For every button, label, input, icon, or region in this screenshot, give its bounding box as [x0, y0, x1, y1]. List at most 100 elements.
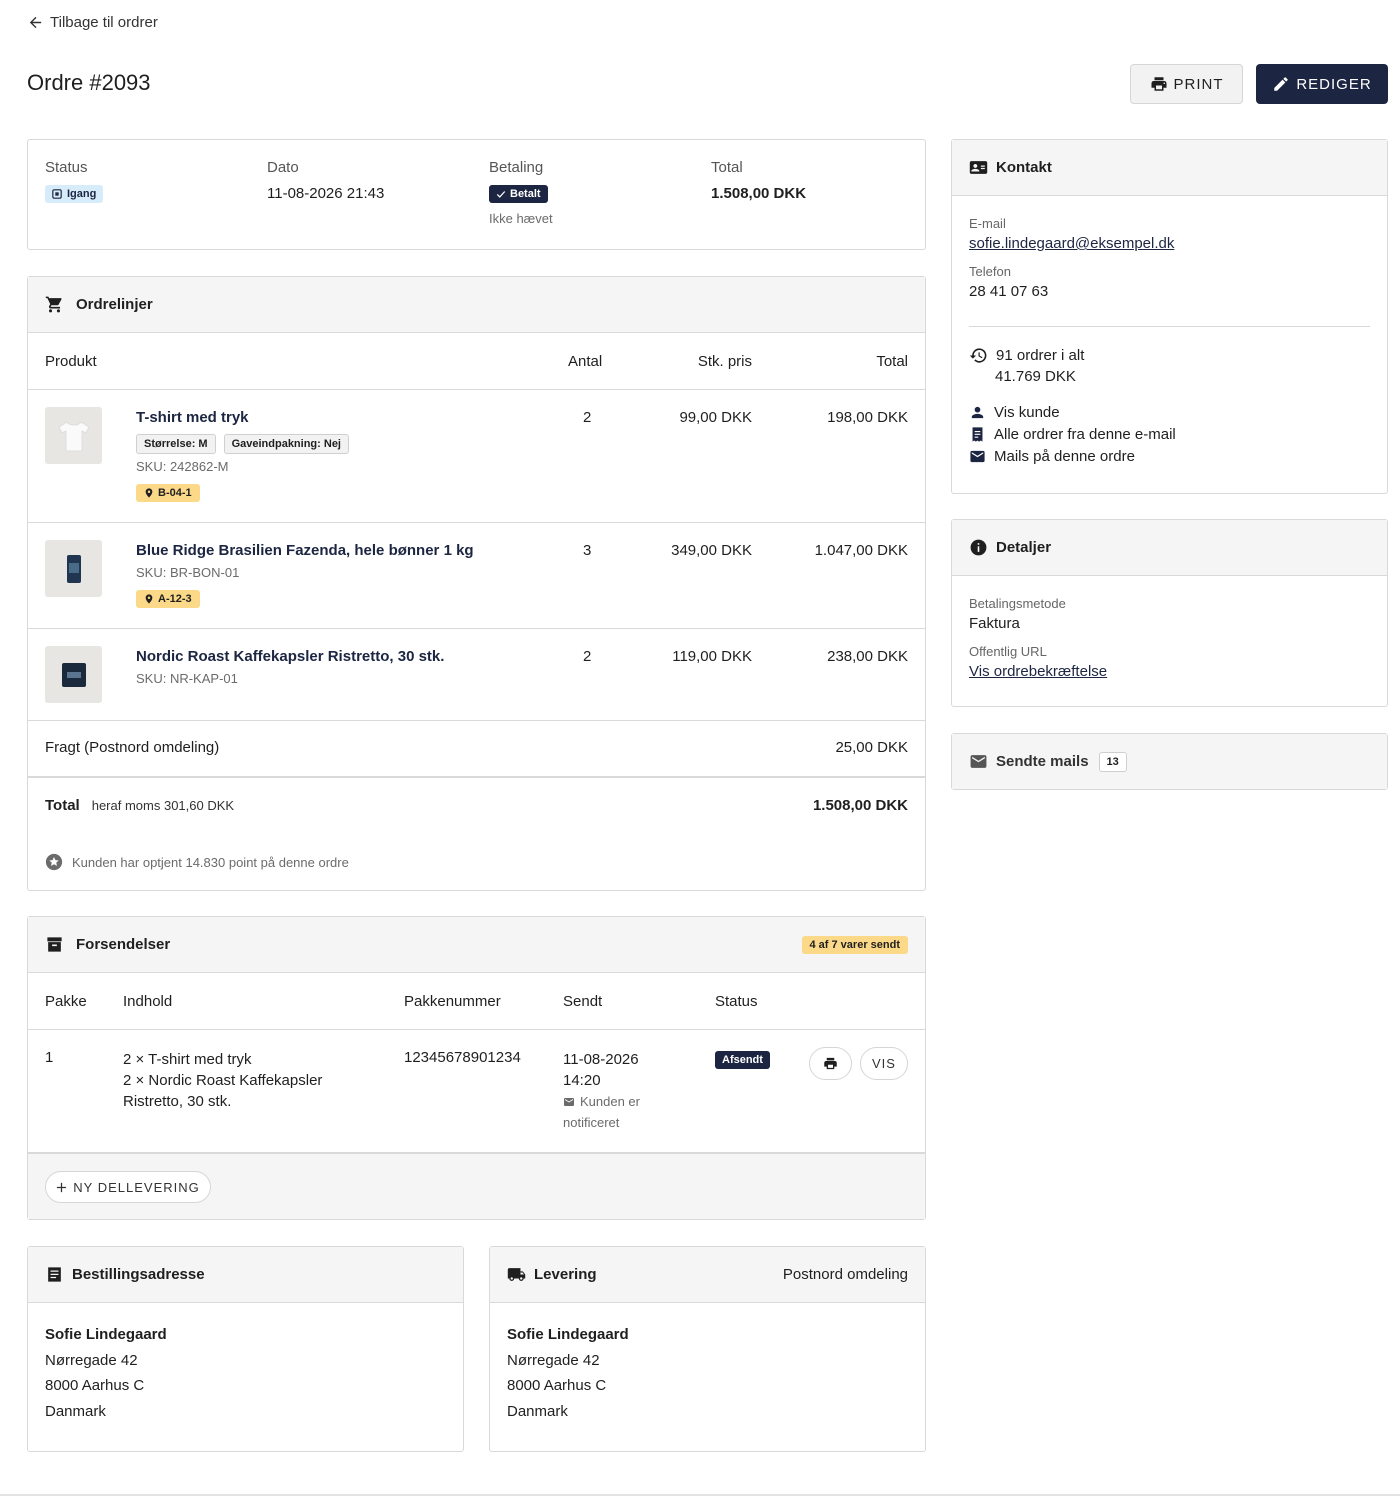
printer-icon [1150, 75, 1168, 93]
col-unit-price: Stk. pris [697, 353, 752, 370]
payment-note: Ikke hævet [489, 211, 553, 226]
page-title: Ordre #2093 [27, 70, 151, 95]
item-qty: 3 [583, 542, 592, 559]
sent-date: 11-08-2026 [563, 1051, 639, 1068]
delivery-name: Sofie Lindegaard [507, 1326, 629, 1343]
delivery-header: Levering Postnord omdeling [490, 1247, 925, 1303]
location-value: A-12-3 [158, 593, 192, 605]
delivery-country: Danmark [507, 1402, 568, 1420]
billing-street: Nørregade 42 [45, 1351, 138, 1369]
payment-method-label: Betalingsmetode [969, 596, 1066, 611]
back-link-label: Tilbage til ordrer [50, 14, 158, 31]
truck-icon [507, 1265, 526, 1284]
orderlines-header: Ordrelinjer [28, 277, 925, 333]
col-tracking: Pakkenummer [404, 993, 501, 1010]
total-label: Total [711, 159, 743, 176]
contact-header: Kontakt [952, 140, 1387, 196]
tracking-number[interactable]: 12345678901234 [404, 1049, 521, 1066]
order-confirmation-link[interactable]: Vis ordrebekræftelse [969, 663, 1107, 680]
shipments-title: Forsendelser [76, 936, 171, 953]
delivery-method: Postnord omdeling [782, 1266, 908, 1283]
col-status: Status [715, 993, 758, 1010]
product-name[interactable]: Nordic Roast Kaffekapsler Ristretto, 30 … [136, 648, 444, 665]
delivery-street: Nørregade 42 [507, 1351, 600, 1369]
status-value: Igang [67, 188, 97, 200]
mail-icon [969, 448, 986, 465]
receipt-icon [969, 426, 986, 443]
billing-title: Bestillingsadresse [72, 1266, 205, 1283]
back-link[interactable]: Tilbage til ordrer [27, 14, 158, 31]
edit-button[interactable]: REDIGER [1256, 64, 1388, 104]
product-name[interactable]: T-shirt med tryk [136, 409, 249, 426]
sent-time: 14:20 [563, 1072, 601, 1089]
col-total: Total [876, 353, 908, 370]
payment-method-value: Faktura [969, 615, 1020, 632]
contact-card-icon [969, 158, 988, 177]
history-icon [969, 346, 988, 365]
product-thumbnail [45, 646, 102, 703]
payment-label: Betaling [489, 159, 544, 176]
mail-icon [563, 1096, 575, 1108]
status-badge: Igang [45, 185, 104, 203]
archive-icon [45, 935, 64, 954]
shipping-value: 25,00 DKK [835, 739, 908, 756]
check-icon [496, 189, 506, 199]
location-value: B-04-1 [158, 487, 192, 499]
item-total: 198,00 DKK [827, 409, 908, 426]
arrow-left-icon [27, 14, 44, 31]
shipments-footer: NY DELLEVERING [28, 1152, 925, 1219]
payment-value: Betalt [510, 188, 541, 200]
all-orders-link[interactable]: Alle ordrer fra denne e-mail [969, 426, 1176, 443]
shipping-label: Fragt (Postnord omdeling) [45, 739, 220, 756]
view-customer-link[interactable]: Vis kunde [969, 404, 1176, 421]
delivery-title: Levering [534, 1266, 597, 1283]
page-bottom-divider [0, 1494, 1400, 1496]
payment-badge: Betalt [489, 185, 548, 203]
mail-icon [969, 752, 988, 771]
product-name[interactable]: Blue Ridge Brasilien Fazenda, hele bønne… [136, 542, 474, 559]
vat-note: heraf moms 301,60 DKK [91, 798, 235, 813]
sent-mails-header[interactable]: Sendte mails 13 [952, 734, 1387, 789]
sent-mails-title: Sendte mails [996, 753, 1089, 770]
notified-text: notificeret [563, 1115, 620, 1130]
person-icon [969, 404, 986, 421]
delivery-card: Levering Postnord omdeling Sofie Lindega… [489, 1246, 926, 1452]
location-badge: A-12-3 [136, 590, 200, 608]
orders-count: 91 ordrer i alt [996, 347, 1085, 364]
edit-button-label: REDIGER [1296, 75, 1372, 93]
plus-icon [56, 1182, 67, 1193]
receipt-icon [45, 1265, 64, 1284]
orders-total: 41.769 DKK [995, 368, 1076, 385]
shipment-view-button[interactable]: VIS [860, 1047, 908, 1080]
shipments-card: Forsendelser 4 af 7 varer sendt Pakke In… [27, 916, 926, 1220]
item-total: 238,00 DKK [827, 648, 908, 665]
shipment-print-button[interactable] [809, 1047, 852, 1080]
new-partial-delivery-button[interactable]: NY DELLEVERING [45, 1171, 211, 1203]
status-icon [52, 189, 62, 199]
email-link[interactable]: sofie.lindegaard@eksempel.dk [969, 235, 1174, 252]
product-sku: SKU: BR-BON-01 [136, 565, 240, 580]
details-card: Detaljer Betalingsmetode Faktura Offentl… [951, 519, 1388, 707]
view-button-label: VIS [872, 1056, 896, 1071]
item-qty: 2 [583, 409, 592, 426]
order-summary-card: Status Igang Dato 11-08-2026 21:43 Betal… [27, 139, 926, 250]
billing-country: Danmark [45, 1402, 106, 1420]
sent-mails-card[interactable]: Sendte mails 13 [951, 733, 1388, 790]
orderlines-card: Ordrelinjer Produkt Antal Stk. pris Tota… [27, 276, 926, 891]
contact-title: Kontakt [996, 159, 1052, 176]
item-unit-price: 119,00 DKK [672, 648, 752, 665]
public-url-label: Offentlig URL [969, 644, 1047, 659]
date-value: 11-08-2026 21:43 [267, 185, 385, 202]
shipments-status-badge: 4 af 7 varer sendt [801, 935, 908, 954]
shipments-header: Forsendelser 4 af 7 varer sendt [28, 917, 925, 973]
product-thumbnail [45, 540, 102, 597]
item-unit-price: 349,00 DKK [671, 542, 752, 559]
points-note: Kunden har optjent 14.830 point på denne… [72, 854, 349, 870]
order-mails-link[interactable]: Mails på denne ordre [969, 448, 1176, 465]
print-button[interactable]: PRINT [1130, 64, 1243, 104]
email-label: E-mail [969, 216, 1006, 231]
billing-name: Sofie Lindegaard [45, 1326, 167, 1343]
pin-icon [144, 488, 154, 498]
details-title: Detaljer [996, 539, 1052, 556]
shipment-status-badge: Afsendt [715, 1051, 770, 1069]
